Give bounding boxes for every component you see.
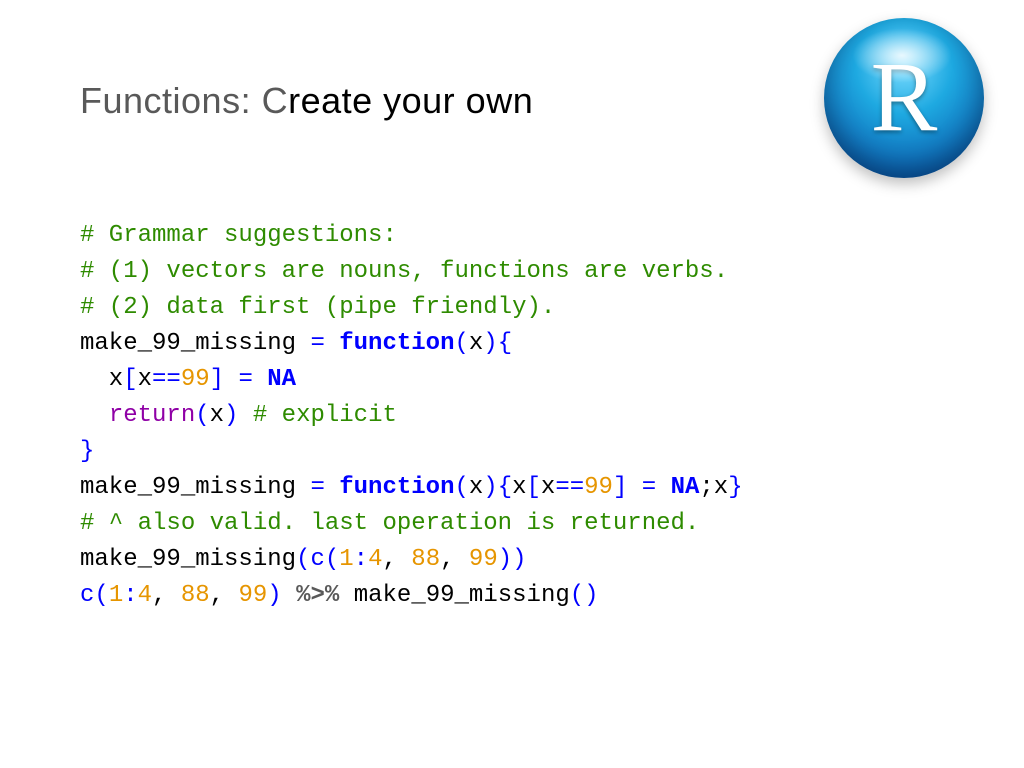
r-logo-sphere: R [824,18,984,178]
code-line-7: } [80,438,94,465]
code-comment-3: # (2) data first (pipe friendly). [80,294,555,321]
code-line-8: make_99_missing = function(x){x[x==99] =… [80,474,743,501]
slide-title: Functions: Create your own [80,80,944,122]
code-line-5: x[x==99] = NA [80,366,296,393]
title-prefix: Functions: C [80,80,288,121]
code-comment-1: # Grammar suggestions: [80,222,397,249]
slide: R Functions: Create your own # Grammar s… [0,0,1024,768]
code-line-6: return(x) # explicit [80,402,397,429]
code-block: # Grammar suggestions: # (1) vectors are… [80,182,944,614]
r-logo: R [824,18,984,178]
code-line-11: c(1:4, 88, 99) %>% make_99_missing() [80,582,599,609]
r-logo-letter: R [871,39,938,154]
title-emph: reate your own [288,80,533,121]
code-comment-2: # (1) vectors are nouns, functions are v… [80,258,728,285]
code-line-4: make_99_missing = function(x){ [80,330,512,357]
code-comment-4: # ^ also valid. last operation is return… [80,510,699,537]
code-line-10: make_99_missing(c(1:4, 88, 99)) [80,546,527,573]
